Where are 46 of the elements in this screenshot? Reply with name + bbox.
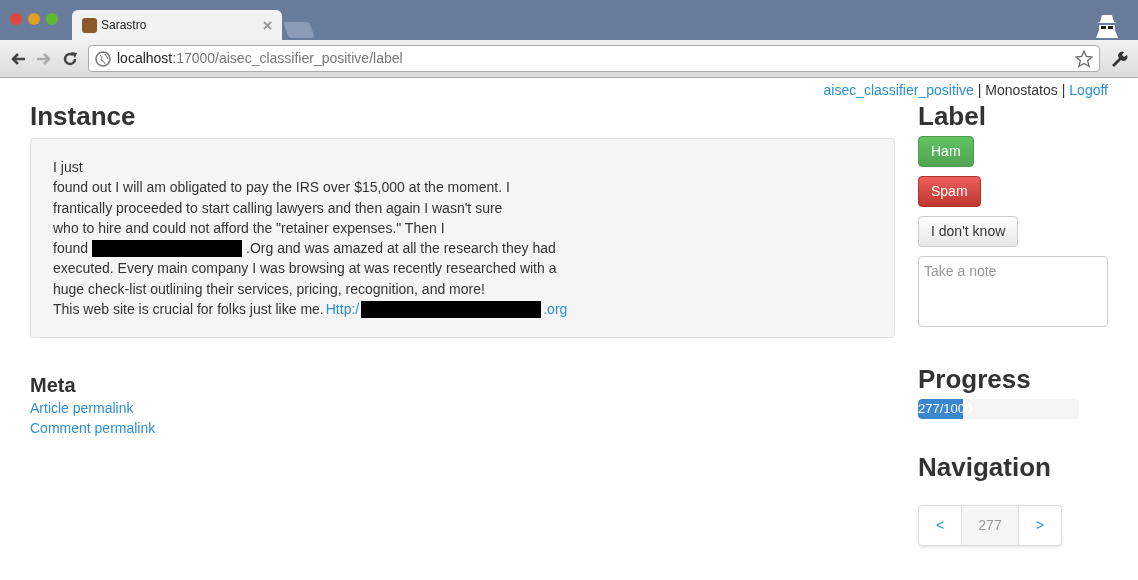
label-button[interactable]: I don't know — [918, 216, 1019, 247]
username: Monostatos — [985, 81, 1058, 98]
previous-page-button[interactable]: < — [919, 506, 961, 545]
close-tab-icon[interactable] — [263, 20, 272, 30]
permalink[interactable]: Article permalink — [30, 398, 134, 419]
instance-text: frantically proceeded to start calling lawyers and then again I wasn't sure — [53, 198, 503, 218]
globe-icon — [95, 50, 111, 67]
instance-heading: Instance — [30, 100, 137, 133]
reload-icon[interactable] — [62, 50, 78, 67]
user-link[interactable]: aisec_classifier_positive — [823, 80, 974, 98]
back-icon[interactable] — [10, 51, 26, 66]
instance-text: huge check-list outlining their services, pricing, recognition, and more! — [53, 279, 485, 299]
wrench-icon[interactable] — [1110, 49, 1128, 68]
note-field[interactable]: Take a note — [918, 256, 1108, 327]
browser-tab[interactable]: Sarastro — [72, 10, 282, 40]
separator: | — [1061, 81, 1066, 98]
address-bar[interactable]: localhost:17000/aisec_classifier_positive/label — [88, 45, 1100, 72]
user-link[interactable]: Logoff — [1069, 80, 1108, 98]
meta-heading: Meta — [30, 373, 77, 399]
permalink[interactable]: Comment permalink — [30, 418, 156, 439]
instance-text: This web site is crucial for folks just like me. — [53, 300, 324, 320]
incognito-icon — [1094, 12, 1120, 38]
new-tab-icon[interactable] — [283, 22, 315, 38]
bookmark-star-icon[interactable] — [1075, 49, 1093, 68]
instance-link[interactable]: Http:/ — [325, 299, 360, 320]
url-text: localhost:17000/aisec_classifier_positive/label — [117, 49, 404, 68]
minimize-window-icon[interactable] — [28, 13, 40, 25]
label-button[interactable]: Ham — [918, 136, 974, 167]
instance-text: .Org and was amazed at all the research they had — [246, 239, 556, 259]
tab-title: Sarastro — [101, 17, 148, 34]
instance-link[interactable]: .org — [543, 299, 568, 320]
label-heading: Label — [918, 100, 986, 133]
instance-text: I just — [53, 158, 83, 177]
instance-text: who to hire and could not afford the "retainer expenses." Then I — [53, 218, 445, 238]
separator: | — [977, 81, 982, 98]
label-button[interactable]: Spam — [918, 176, 981, 207]
navigation-heading: Navigation — [918, 451, 1051, 484]
progress-heading: Progress — [918, 363, 1031, 396]
instance-text: found — [53, 239, 89, 259]
next-page-button[interactable]: > — [1019, 506, 1061, 545]
instance-text: found out I will am obligated to pay the IRS over $15,000 at the moment. I — [53, 178, 510, 198]
maximize-window-icon[interactable] — [46, 13, 58, 25]
forward-icon[interactable] — [36, 51, 52, 66]
current-page: 277 — [961, 506, 1019, 545]
instance-text: executed. Every main company I was browsing at was recently researched with a — [53, 259, 557, 279]
favicon-icon — [82, 17, 97, 33]
